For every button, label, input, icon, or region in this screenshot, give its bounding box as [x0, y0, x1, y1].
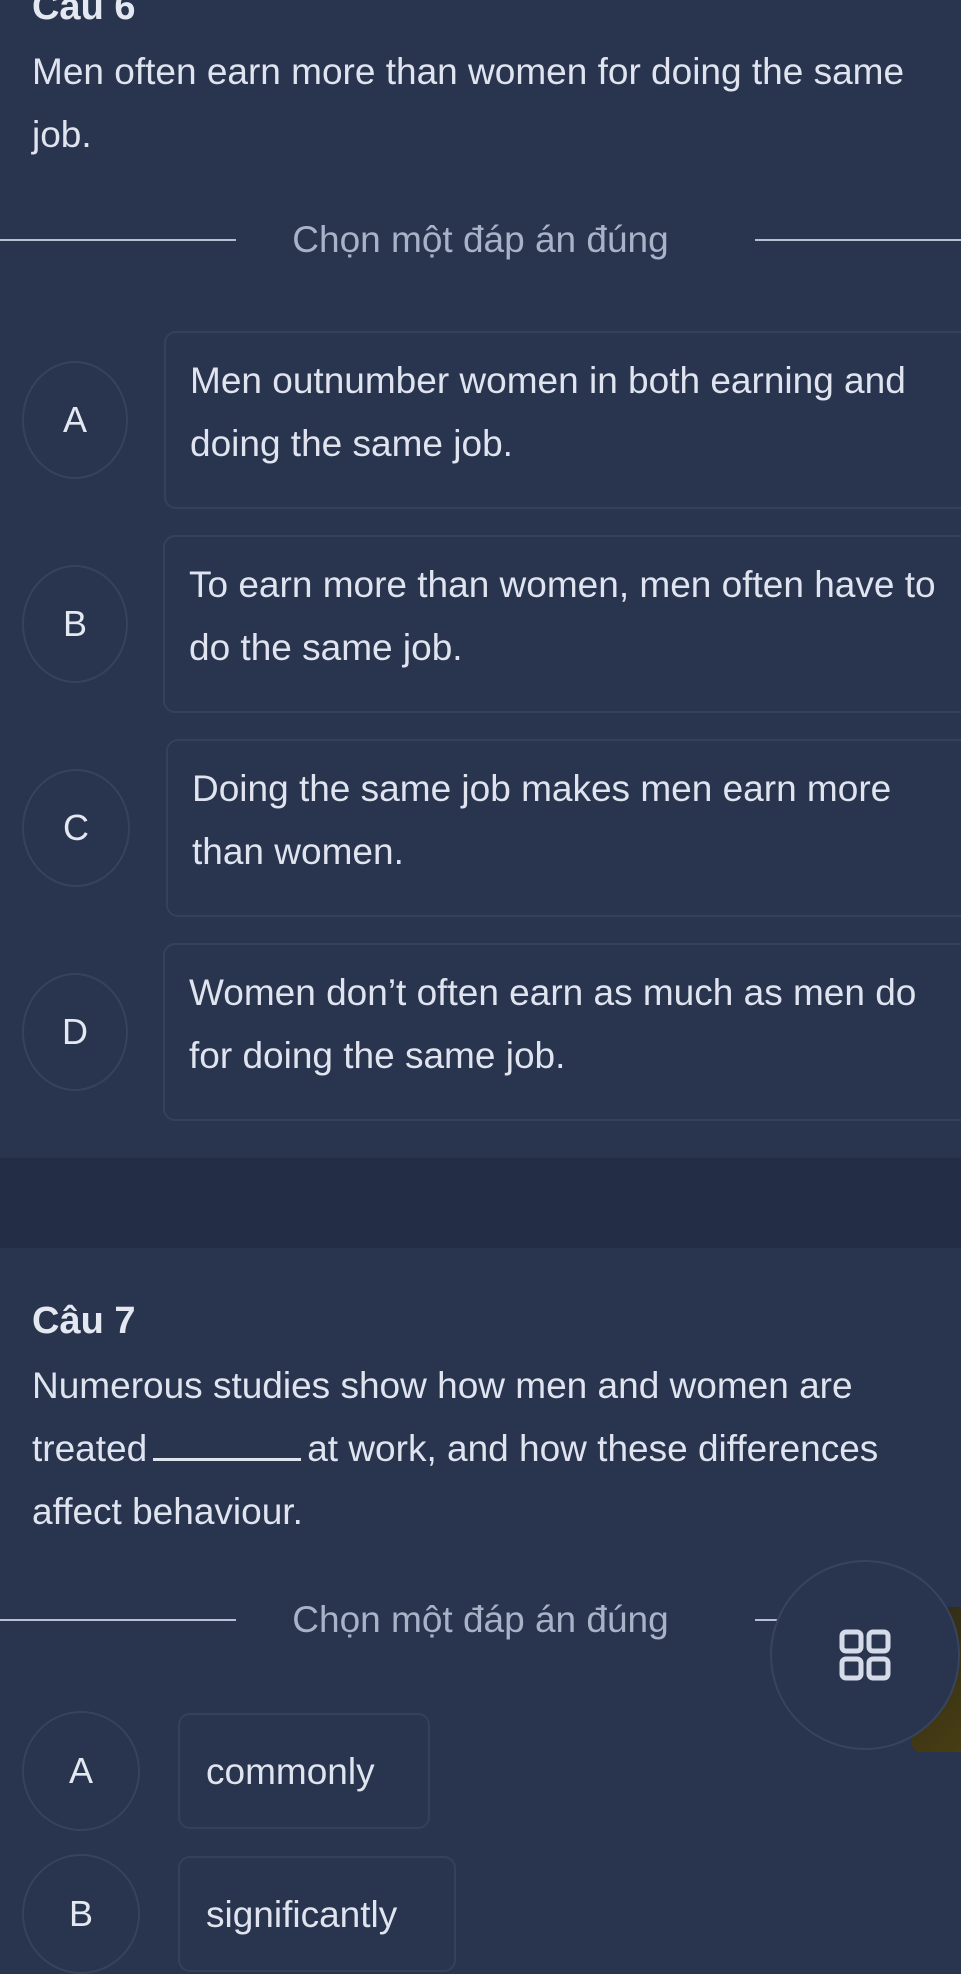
question-number: Câu 7 [32, 1300, 136, 1342]
option-b-letter[interactable]: B [22, 1854, 140, 1974]
option-a[interactable]: commonly [178, 1713, 430, 1829]
question-text: Numerous studies show how men and women … [32, 1354, 932, 1543]
option-b[interactable]: To earn more than women, men often have … [163, 535, 961, 713]
instruction-label: Chọn một đáp án đúng [292, 219, 669, 260]
option-d-letter[interactable]: D [22, 973, 128, 1091]
section-separator [0, 1158, 961, 1248]
option-a[interactable]: Men outnumber women in both earning and … [164, 331, 961, 509]
question-number: Câu 6 [32, 0, 136, 28]
option-a-letter[interactable]: A [22, 1711, 140, 1831]
answer-blank [153, 1428, 302, 1461]
option-b-letter[interactable]: B [22, 565, 128, 683]
option-c-letter[interactable]: C [22, 769, 130, 887]
question-text: Men often earn more than women for doing… [32, 51, 905, 155]
question-grid-button[interactable] [770, 1560, 960, 1750]
instruction-divider: Chọn một đáp án đúng [0, 215, 961, 265]
option-c[interactable]: Doing the same job makes men earn more t… [166, 739, 961, 917]
grid-icon [839, 1629, 891, 1681]
question-6: Câu 6 Men often earn more than women for… [0, 0, 961, 1158]
option-a-letter[interactable]: A [22, 361, 128, 479]
option-d[interactable]: Women don’t often earn as much as men do… [163, 943, 961, 1121]
option-b[interactable]: significantly [178, 1856, 456, 1972]
